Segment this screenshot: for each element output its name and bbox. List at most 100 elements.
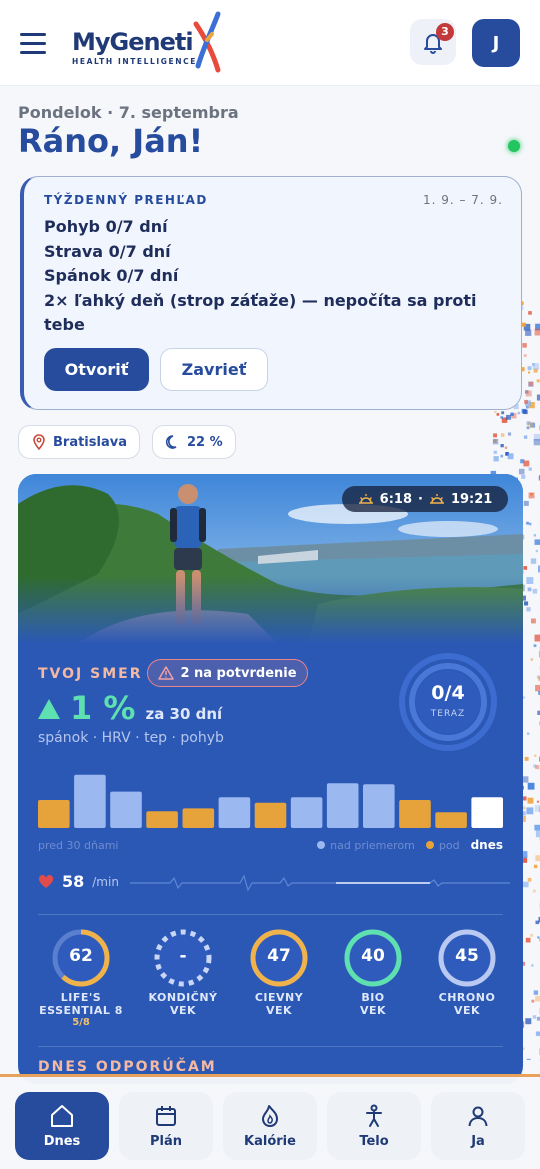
chart-legend: nad priemerom pod dnes [317, 838, 503, 852]
decor-pixel [524, 390, 529, 394]
metric-label: KONDIČNÝ VEK [148, 991, 218, 1017]
decor-pixel [530, 658, 533, 661]
decor-pixel [510, 412, 514, 416]
menu-button[interactable] [20, 24, 58, 62]
decor-pixel [534, 824, 540, 831]
weekly-line: 2× ľahký deň (strop záťaže) — nepočíta s… [44, 290, 477, 335]
decor-pixel [526, 426, 530, 430]
decor-pixel [526, 405, 529, 409]
trend-bar-chart [38, 774, 503, 828]
close-button[interactable]: Zavrieť [160, 348, 268, 391]
decor-pixel [524, 756, 529, 761]
decor-pixel [531, 999, 535, 1003]
decor-pixel [535, 549, 538, 553]
decor-pixel [528, 492, 535, 499]
chart-bar [471, 797, 503, 828]
moon-label: 22 % [187, 434, 223, 450]
avatar[interactable]: J [472, 19, 520, 67]
confirm-pill[interactable]: 2 na potvrdenie [147, 659, 308, 687]
decor-pixel [501, 411, 505, 415]
notifications-button[interactable]: 3 [410, 19, 456, 65]
decor-pixel [530, 493, 533, 496]
app-logo[interactable]: MyGeneti HEALTH INTELLIGENCE [72, 10, 232, 76]
confirm-label: 2 na potvrdenie [180, 665, 297, 681]
metric-0[interactable]: 62 LIFE'S ESSENTIAL 8 5/8 [36, 928, 126, 1028]
calendar-icon [156, 1105, 176, 1126]
sunset-time: 19:21 [450, 491, 493, 507]
warning-icon [158, 666, 175, 680]
nav-item-telo[interactable]: Telo [327, 1092, 421, 1160]
metric-1[interactable]: - KONDIČNÝ VEK [138, 928, 228, 1017]
now-ring[interactable]: 0/4 TERAZ [398, 652, 498, 752]
trend-up-icon [38, 699, 60, 719]
trend-value: 1 % [70, 689, 136, 727]
nav-item-plan[interactable]: Plán [119, 1092, 213, 1160]
trend-period: za 30 dní [145, 705, 223, 723]
weekly-range: 1. 9. – 7. 9. [422, 193, 503, 207]
decor-pixel [517, 411, 521, 415]
sunrise-icon [358, 494, 373, 504]
decor-pixel [536, 379, 540, 383]
moon-icon [165, 435, 177, 449]
legend-below-dot [425, 841, 434, 849]
decor-pixel [534, 804, 540, 812]
decor-pixel [526, 577, 534, 584]
decor-pixel [536, 800, 539, 803]
menu-icon-line [20, 41, 46, 45]
decor-pixel [537, 936, 540, 939]
location-chip[interactable]: Bratislava [18, 425, 140, 459]
chart-bar [218, 797, 251, 828]
decor-pixel [500, 433, 505, 437]
logo-subtitle: HEALTH INTELLIGENCE [72, 57, 197, 66]
decor-pixel [535, 855, 540, 862]
decor-pixel [493, 433, 497, 438]
decor-pixel [533, 438, 540, 446]
legend-above-label: nad priemerom [330, 838, 415, 852]
decor-pixel [528, 402, 535, 409]
metric-3[interactable]: 40 BIO VEK [328, 928, 418, 1017]
decor-pixel [528, 467, 532, 471]
open-button[interactable]: Otvoriť [44, 348, 149, 391]
trend-row: 1 % za 30 dní [38, 689, 222, 727]
sunset-icon [429, 494, 444, 504]
legend-below-label: pod [438, 838, 460, 852]
nav-label: Dnes [43, 1133, 81, 1149]
decor-pixel [527, 587, 532, 592]
nav-item-kalorie[interactable]: Kalórie [223, 1092, 317, 1160]
chart-start-label: pred 30 dňami [38, 839, 119, 852]
moon-chip[interactable]: 22 % [152, 425, 236, 459]
decor-pixel [493, 450, 497, 454]
nav-label: Plán [149, 1133, 182, 1149]
decor-pixel [528, 381, 533, 387]
nav-item-dnes[interactable]: Dnes [15, 1092, 109, 1160]
metric-4[interactable]: 45 CHRONO VEK [422, 928, 512, 1017]
menu-icon-line [20, 32, 46, 36]
decor-pixel [535, 323, 540, 331]
metric-2[interactable]: 47 CIEVNY VEK [234, 928, 324, 1017]
legend-today-label: dnes [470, 838, 503, 852]
decor-pixel [523, 409, 528, 415]
decor-pixel [524, 601, 529, 606]
chart-bar [110, 791, 142, 828]
user-icon [468, 1106, 488, 1126]
ecg-line [130, 874, 510, 892]
decor-pixel [528, 371, 531, 374]
nav-item-ja[interactable]: Ja [431, 1092, 525, 1160]
divider [38, 1046, 503, 1047]
decor-pixel [530, 558, 537, 564]
decor-pixel [527, 366, 532, 371]
decor-pixel [535, 1031, 540, 1036]
chart-bar [290, 797, 323, 828]
decor-pixel [528, 522, 532, 526]
decor-pixel [535, 684, 540, 692]
location-pin-icon [33, 434, 45, 450]
decor-pixel [534, 754, 537, 757]
decor-pixel [523, 354, 527, 357]
decor-pixel [527, 782, 535, 790]
direction-title: TVOJ SMER [38, 666, 143, 682]
decor-pixel [527, 732, 530, 735]
metric-value: 47 [267, 946, 291, 966]
decor-pixel [500, 444, 504, 448]
chart-bar [146, 811, 178, 828]
decor-pixel [532, 363, 540, 370]
